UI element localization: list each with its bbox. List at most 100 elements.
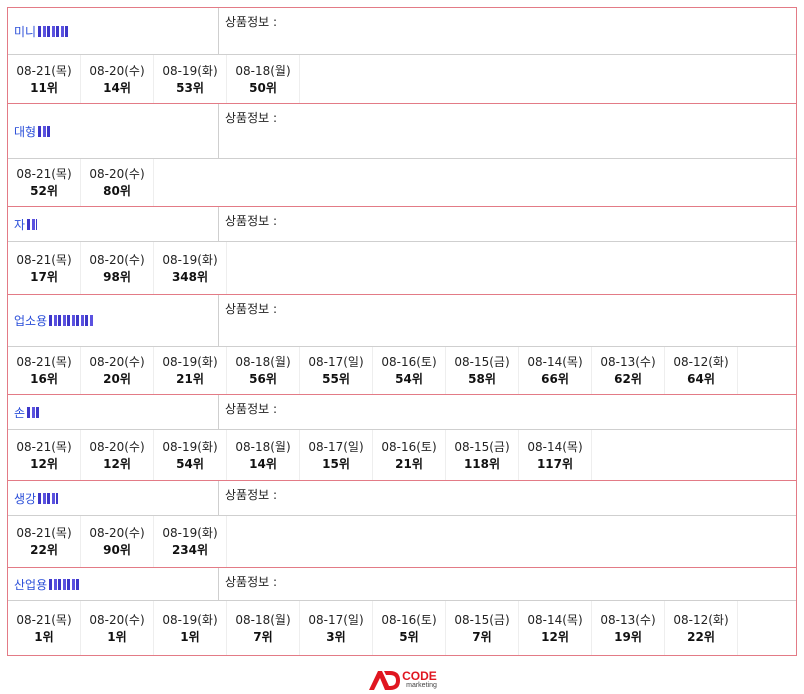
keyword-link[interactable]: 대형 [14,123,36,140]
keyword-cell[interactable]: 손 [8,395,219,429]
rank-value: 15위 [322,456,350,471]
rank-value: 11위 [30,80,58,95]
rank-cell: 08-15(금) 118위 [446,430,519,480]
ad-logo-icon [369,671,401,690]
keyword-link[interactable]: 자 [14,216,25,233]
rank-value: 5위 [399,629,419,644]
rank-value: 19위 [614,629,642,644]
rank-value: 17위 [30,269,58,284]
rank-cell: 08-21(목) 52위 [8,159,81,206]
keyword-cell[interactable]: 생강 [8,481,219,515]
keyword-block: 업소용 상품정보 : 08-21(목) 16위 08-20(수) 20위 08-19(화) 2… [8,295,796,395]
rank-value: 54위 [395,372,423,386]
keyword-link[interactable]: 산업용 [14,576,47,593]
rank-cell: 08-17(일) 15위 [300,430,373,480]
rank-history-row: 08-21(목) 12위 08-20(수) 12위 08-19(화) 54위 08-18(월… [8,430,796,480]
rank-cell: 08-14(목) 66위 [519,347,592,394]
rank-value: 90위 [103,543,131,557]
rank-value: 22위 [30,543,58,557]
rank-cell: 08-16(토) 21위 [373,430,446,480]
rank-cell: 08-18(월) 14위 [227,430,300,480]
rank-value: 14위 [103,80,131,95]
redacted-keyword-mark [27,218,38,230]
rank-value: 348위 [171,269,209,284]
rank-value: 14위 [249,456,277,471]
rank-date: 08-20(수) [89,612,145,627]
rank-cell: 08-17(일) 55위 [300,347,373,394]
keyword-link[interactable]: 손 [14,404,25,421]
keyword-header-row: 미니 상품정보 : [8,8,796,55]
rank-date: 08-14(목) [527,439,583,454]
rank-date: 08-21(목) [16,63,72,78]
rank-cell: 08-15(금) 58위 [446,347,519,394]
rank-cell: 08-18(월) 50위 [227,55,300,103]
keyword-block: 손 상품정보 : 08-21(목) 12위 08-20(수) 12위 08-19(화) 54위… [8,395,796,481]
rank-cell: 08-19(화) 234위 [154,516,227,567]
rank-value: 1위 [180,629,200,644]
rank-date: 08-16(토) [381,439,437,454]
rank-value: 62위 [614,372,642,386]
rank-date: 08-21(목) [16,167,72,181]
rank-value: 7위 [472,629,492,644]
rank-cell: 08-19(화) 21위 [154,347,227,394]
keyword-header-row: 자 상품정보 : [8,207,796,242]
rank-cell: 08-21(목) 12위 [8,430,81,480]
rank-date: 08-21(목) [16,439,72,454]
rank-history-row: 08-21(목) 22위 08-20(수) 90위 08-19(화) 234위 [8,516,796,567]
rank-cell: 08-21(목) 11위 [8,55,81,103]
rank-date: 08-17(일) [308,355,364,369]
rank-cell: 08-19(화) 1위 [154,601,227,655]
rank-date: 08-20(수) [89,252,145,267]
rank-date: 08-17(일) [308,439,364,454]
rank-cell: 08-13(수) 19위 [592,601,665,655]
rank-value: 98위 [103,269,131,284]
keyword-cell[interactable]: 미니 [8,8,219,54]
rank-date: 08-14(목) [527,612,583,627]
keyword-header-row: 대형 상품정보 : [8,104,796,159]
product-info-label: 상품정보 : [225,302,278,316]
keyword-link[interactable]: 미니 [14,23,36,40]
keyword-cell[interactable]: 자 [8,207,219,241]
rank-value: 66위 [541,372,569,386]
rank-cell: 08-20(수) 98위 [81,242,154,294]
rank-value: 1위 [107,629,127,644]
rank-cell: 08-14(목) 117위 [519,430,592,480]
logo-subtext: marketing [406,682,437,689]
rank-cell: 08-21(목) 17위 [8,242,81,294]
keyword-header-row: 생강 상품정보 : [8,481,796,516]
keyword-link[interactable]: 업소용 [14,312,47,329]
keyword-cell[interactable]: 산업용 [8,568,219,600]
rank-value: 53위 [176,80,204,95]
keyword-cell[interactable]: 대형 [8,104,219,158]
keyword-block: 대형 상품정보 : 08-21(목) 52위 08-20(수) 80위 [8,104,796,207]
product-info-label: 상품정보 : [225,214,278,228]
rank-date: 08-18(월) [235,355,291,369]
rank-value: 56위 [249,372,277,386]
rank-history-row: 08-21(목) 1위 08-20(수) 1위 08-19(화) 1위 08-18(월) 7위… [8,601,796,655]
rank-date: 08-20(수) [89,526,145,540]
rank-cell: 08-21(목) 1위 [8,601,81,655]
rank-date: 08-19(화) [162,355,218,369]
keyword-link[interactable]: 생강 [14,490,36,507]
rank-cell: 08-12(화) 22위 [665,601,738,655]
rank-cell: 08-20(수) 1위 [81,601,154,655]
rank-date: 08-21(목) [16,526,72,540]
rank-cell: 08-20(수) 90위 [81,516,154,567]
rank-value: 3위 [326,629,346,644]
rank-value: 54위 [176,456,204,471]
logo-text: CODE [402,669,437,683]
rank-date: 08-20(수) [89,439,145,454]
redacted-keyword-mark [38,492,59,504]
keyword-cell[interactable]: 업소용 [8,295,219,346]
rank-date: 08-20(수) [89,167,145,181]
rank-cell: 08-19(화) 54위 [154,430,227,480]
rank-value: 12위 [541,629,569,644]
rank-history-row: 08-21(목) 52위 08-20(수) 80위 [8,159,796,206]
redacted-keyword-mark [38,25,69,37]
rank-cell: 08-12(화) 64위 [665,347,738,394]
rank-date: 08-15(금) [454,439,510,454]
keyword-header-row: 손 상품정보 : [8,395,796,430]
rank-value: 7위 [253,629,273,644]
rank-cell: 08-13(수) 62위 [592,347,665,394]
rank-date: 08-13(수) [600,355,656,369]
